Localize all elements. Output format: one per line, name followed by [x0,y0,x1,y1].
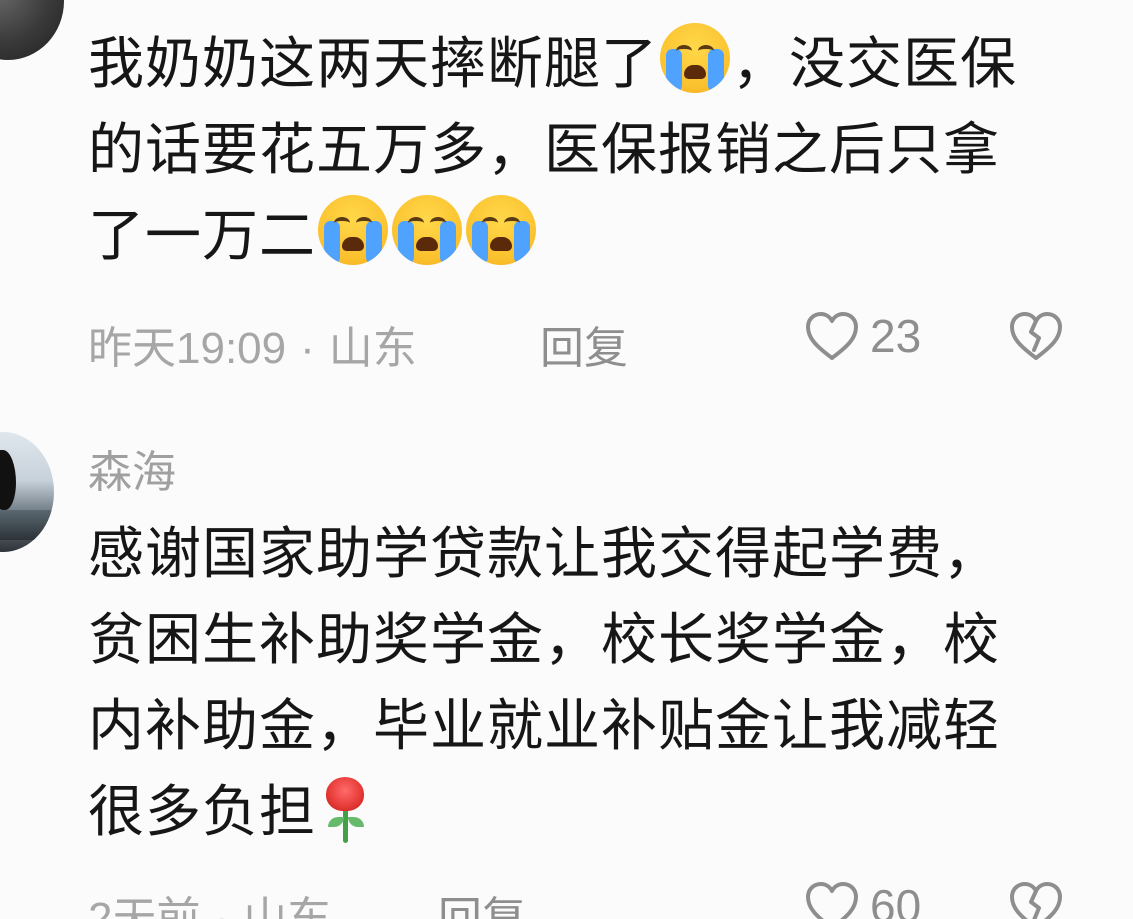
comment-line: 贫困生补助奖学金，校长奖学金，校 [88,608,1000,673]
comment-text-segment: 我奶奶这两天摔断腿了 [88,32,658,97]
like-count: 60 [870,880,922,919]
comment-text-segment: 了一万二 [88,204,316,269]
comment-line: 感谢国家助学贷款让我交得起学费， [88,522,1000,587]
username[interactable]: 森海 [88,436,176,500]
loudly-crying-face-icon [466,195,536,265]
like-button[interactable]: 60 [804,878,921,919]
dislike-button[interactable] [1008,880,1064,919]
avatar[interactable] [0,0,64,60]
comment-line: 很多负担 [88,770,1078,856]
time-text: 昨天19:09 [88,324,287,373]
heart-outline-icon [806,312,858,360]
reply-button[interactable]: 回复 [540,312,628,376]
separator: · [300,324,315,373]
comment-timestamp: 2天前 · 山东 [88,882,331,919]
comment-text: 感谢国家助学贷款让我交得起学费， 贫困生补助奖学金，校长奖学金，校 内补助金，毕… [88,512,1078,856]
comment-line: 的话要花五万多，医保报销之后只拿 [88,108,1078,194]
like-count: 23 [870,310,922,362]
comment-line: 了一万二 [88,194,1078,280]
like-button[interactable]: 23 [804,308,921,368]
rose-icon [320,775,370,845]
comment-meta: 昨天19:09 · 山东 回复 23 [88,308,1078,374]
comment-text-segment: ，没交医保 [732,32,1017,97]
comment-text: 我奶奶这两天摔断腿了 ，没交医保 的话要花五万多，医保报销之后只拿 了一万二 [88,22,1078,280]
broken-heart-icon [1010,312,1062,360]
separator: · [214,894,230,919]
loudly-crying-face-icon [392,195,462,265]
comment-list: 我奶奶这两天摔断腿了 ，没交医保 的话要花五万多，医保报销之后只拿 了一万二 昨天… [0,0,1133,919]
broken-heart-icon [1010,882,1062,919]
comment-timestamp: 昨天19:09 · 山东 [88,312,417,376]
comment-line: 我奶奶这两天摔断腿了 ，没交医保 [88,22,1078,108]
loudly-crying-face-icon [318,195,388,265]
dislike-button[interactable] [1008,310,1064,373]
location-text: 山东 [243,894,332,919]
comment-text-segment: 很多负担 [88,780,316,845]
loudly-crying-face-icon [660,23,730,93]
comment-text-segment: 的话要花五万多，医保报销之后只拿 [88,118,1000,183]
time-text: 2天前 [88,894,201,919]
comment-meta: 2天前 · 山东 回复 60 [88,878,1078,919]
avatar[interactable] [0,432,54,552]
reply-button[interactable]: 回复 [438,882,526,919]
heart-outline-icon [806,882,858,919]
location-text: 山东 [328,324,417,373]
comment-line: 内补助金，毕业就业补贴金让我减轻 [88,694,1000,759]
